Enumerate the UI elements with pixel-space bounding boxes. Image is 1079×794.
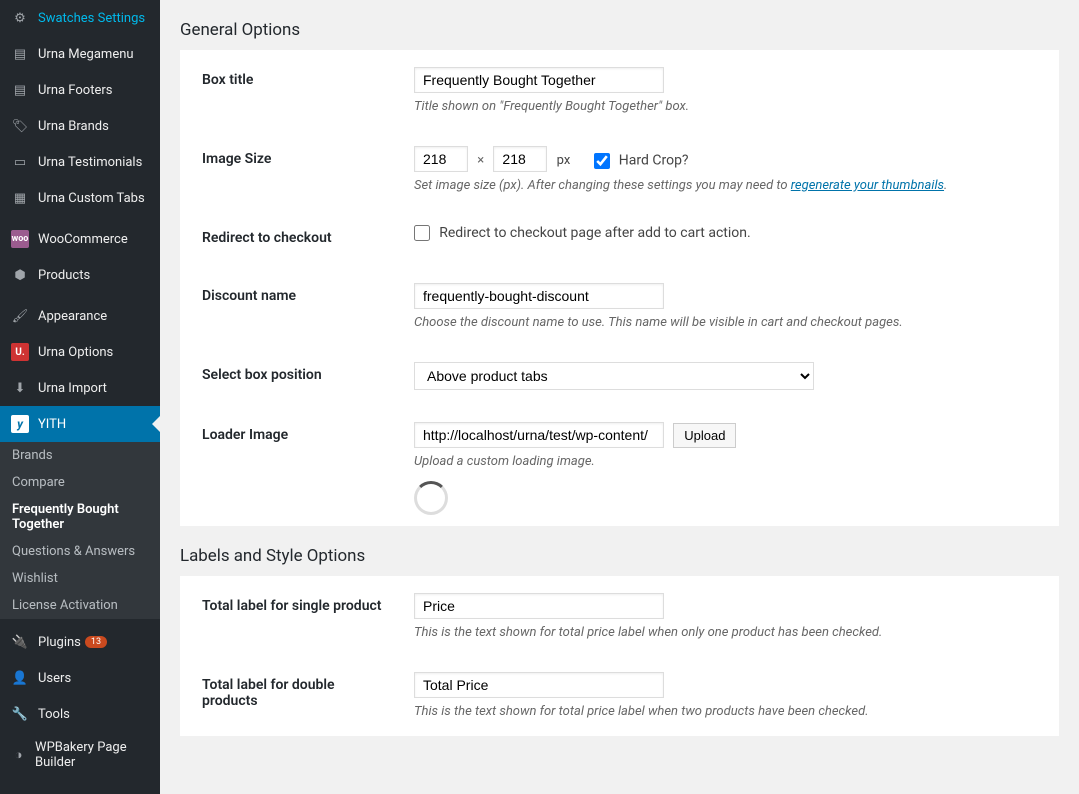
general-options-table: Box title Title shown on "Frequently Bou… [180, 50, 1059, 526]
sidebar-item-swatches[interactable]: ⚙Swatches Settings [0, 0, 160, 36]
discount-name-input[interactable] [414, 283, 664, 309]
section-title-general: General Options [180, 20, 1059, 40]
brush-icon: 🖌 [10, 306, 30, 326]
hard-crop-label: Hard Crop? [619, 153, 689, 169]
image-size-width-input[interactable] [414, 146, 468, 172]
sidebar-item-footers[interactable]: ▤Urna Footers [0, 72, 160, 108]
regenerate-thumbnails-link[interactable]: regenerate your thumbnails [791, 178, 944, 193]
sidebar-sub-license[interactable]: License Activation [0, 592, 160, 619]
sidebar-sub-brands[interactable]: Brands [0, 442, 160, 469]
settings-content: General Options Box title Title shown on… [160, 0, 1079, 794]
sidebar-item-megamenu[interactable]: ▤Urna Megamenu [0, 36, 160, 72]
sidebar-item-yith[interactable]: yYITH [0, 406, 160, 442]
redirect-label: Redirect to checkout [182, 210, 402, 266]
sidebar-item-brands[interactable]: 🏷Urna Brands [0, 108, 160, 144]
sidebar-sub-wishlist[interactable]: Wishlist [0, 565, 160, 592]
tag-icon: 🏷 [10, 116, 30, 136]
plug-icon: 🔌 [10, 632, 30, 652]
total-double-input[interactable] [414, 672, 664, 698]
loader-label: Loader Image [182, 407, 402, 524]
layout-icon: ▤ [10, 80, 30, 100]
sidebar-item-products[interactable]: ⬢Products [0, 257, 160, 293]
box-title-desc: Title shown on "Frequently Bought Togeth… [414, 99, 1047, 114]
wrench-icon: 🔧 [10, 704, 30, 724]
sidebar-sub-compare[interactable]: Compare [0, 469, 160, 496]
sidebar-item-customtabs[interactable]: ▦Urna Custom Tabs [0, 180, 160, 216]
sidebar-item-plugins[interactable]: 🔌Plugins13 [0, 624, 160, 660]
spinner-icon [414, 481, 442, 509]
yith-icon: y [10, 414, 30, 434]
grid-icon: ▦ [10, 188, 30, 208]
total-double-desc: This is the text shown for total price l… [414, 704, 1047, 719]
redirect-checkbox[interactable] [414, 225, 430, 241]
image-size-height-input[interactable] [493, 146, 547, 172]
woo-icon: woo [10, 229, 30, 249]
sidebar-item-appearance[interactable]: 🖌Appearance [0, 298, 160, 334]
loader-desc: Upload a custom loading image. [414, 454, 1047, 469]
labels-options-table: Total label for single product This is t… [180, 576, 1059, 736]
sidebar-sub-fbt[interactable]: Frequently Bought Together [0, 496, 160, 538]
sidebar-item-woocommerce[interactable]: wooWooCommerce [0, 221, 160, 257]
discount-label: Discount name [182, 268, 402, 345]
plugins-badge: 13 [85, 636, 107, 648]
total-double-label: Total label for double products [182, 657, 402, 734]
select-box-position[interactable]: Above product tabs [414, 362, 814, 390]
gear-icon: ⚙ [10, 8, 30, 28]
discount-desc: Choose the discount name to use. This na… [414, 315, 1047, 330]
section-title-labels: Labels and Style Options [180, 546, 1059, 566]
download-icon: ⬇ [10, 378, 30, 398]
sidebar-item-wpbakery[interactable]: ◑WPBakery Page Builder [0, 732, 160, 778]
selectpos-label: Select box position [182, 347, 402, 405]
testimonial-icon: ▭ [10, 152, 30, 172]
user-icon: 👤 [10, 668, 30, 688]
sidebar-item-testimonials[interactable]: ▭Urna Testimonials [0, 144, 160, 180]
px-label: px [557, 153, 571, 168]
admin-sidebar: ⚙Swatches Settings ▤Urna Megamenu ▤Urna … [0, 0, 160, 794]
hard-crop-checkbox[interactable] [594, 153, 610, 169]
sidebar-item-urna-import[interactable]: ⬇Urna Import [0, 370, 160, 406]
box-title-label: Box title [182, 52, 402, 129]
total-single-label: Total label for single product [182, 578, 402, 655]
sidebar-item-tools[interactable]: 🔧Tools [0, 696, 160, 732]
image-size-desc: Set image size (px). After changing thes… [414, 178, 1047, 193]
u-icon: U. [10, 342, 30, 362]
total-single-input[interactable] [414, 593, 664, 619]
loader-image-input[interactable] [414, 422, 664, 448]
image-size-label: Image Size [182, 131, 402, 208]
upload-button[interactable]: Upload [673, 423, 736, 448]
total-single-desc: This is the text shown for total price l… [414, 625, 1047, 640]
sidebar-item-urna-options[interactable]: U.Urna Options [0, 334, 160, 370]
layout-icon: ▤ [10, 44, 30, 64]
redirect-chk-label: Redirect to checkout page after add to c… [439, 225, 750, 241]
sidebar-sub-qa[interactable]: Questions & Answers [0, 538, 160, 565]
box-title-input[interactable] [414, 67, 664, 93]
wpb-icon: ◑ [10, 745, 27, 765]
times-symbol: × [477, 153, 484, 168]
box-icon: ⬢ [10, 265, 30, 285]
sidebar-item-users[interactable]: 👤Users [0, 660, 160, 696]
